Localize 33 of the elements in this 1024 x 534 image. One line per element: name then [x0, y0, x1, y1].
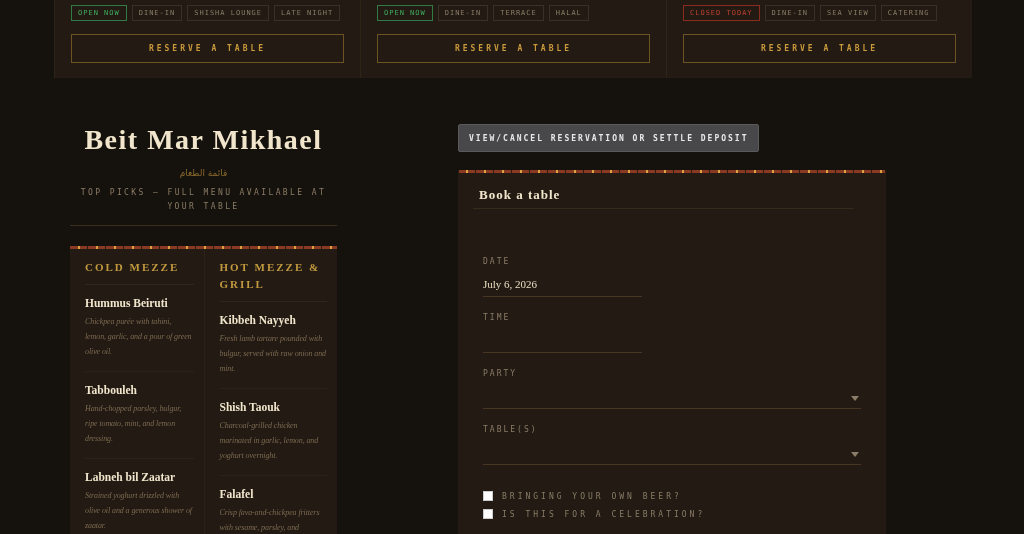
field-label: DATE [483, 257, 512, 266]
reserve-button[interactable]: RESERVE A TABLE [71, 34, 344, 63]
section-heading: HOT MEZZE & GRILL [219, 259, 327, 302]
section-heading: COLD MEZZE [85, 259, 194, 285]
field-label: TABLE(S) [483, 425, 539, 434]
dish-description: Fresh lamb tartare pounded with bulgur, served with raw onion and mint. [219, 333, 327, 375]
dish-name: Hummus Beiruti [85, 297, 169, 309]
dish-description: Hand-chopped parsley, bulgur, ripe tomato, mint, and lemon dressing. [85, 403, 183, 445]
arabic-subtitle: قائمة الطعام [178, 168, 229, 178]
booking-title: Book a table [473, 173, 853, 209]
reserve-button[interactable]: RESERVE A TABLE [377, 34, 650, 63]
dish-description: Crisp fava-and-chickpea fritters with sesame, parsley, and [219, 507, 321, 534]
dish-name: Shish Taouk [219, 401, 281, 413]
checkbox[interactable] [483, 491, 493, 501]
caret-icon [851, 452, 859, 457]
dish-name: Kibbeh Nayyeh [219, 314, 297, 326]
reserve-button[interactable]: RESERVE A TABLE [683, 34, 956, 63]
dish-description: Charcoal-grilled chicken marinated in garlic, lemon, and yoghurt overnight. [219, 420, 320, 462]
checkbox[interactable] [483, 509, 493, 519]
checkbox-label: IS THIS FOR A CELEBRATION? [502, 509, 706, 519]
dish-name: Labneh bil Zaatar [85, 471, 177, 483]
checkbox-label: BRINGING YOUR OWN BEER? [502, 491, 682, 501]
dish-description: Strained yoghurt drizzled with olive oil and a generous shower of zaatar. [85, 490, 194, 532]
dish-description: Chickpea purée with tahini, lemon, garlic, and a pour of green olive oil. [85, 316, 193, 358]
caret-icon [851, 396, 859, 401]
dish-name: Tabbouleh [85, 384, 138, 396]
menu-subtitle: TOP PICKS — FULL MENU AVAILABLE AT YOUR TABLE [79, 187, 328, 213]
manage-reservation-button[interactable]: VIEW/CANCEL RESERVATION OR SETTLE DEPOSIT [458, 124, 760, 152]
field-label: TIME [483, 313, 512, 322]
input-field[interactable]: July 6, 2026 [483, 272, 642, 297]
restaurant-title: Beit Mar Mikhael [83, 124, 324, 156]
field-label: PARTY [483, 369, 519, 378]
dish-name: Falafel [219, 488, 255, 500]
